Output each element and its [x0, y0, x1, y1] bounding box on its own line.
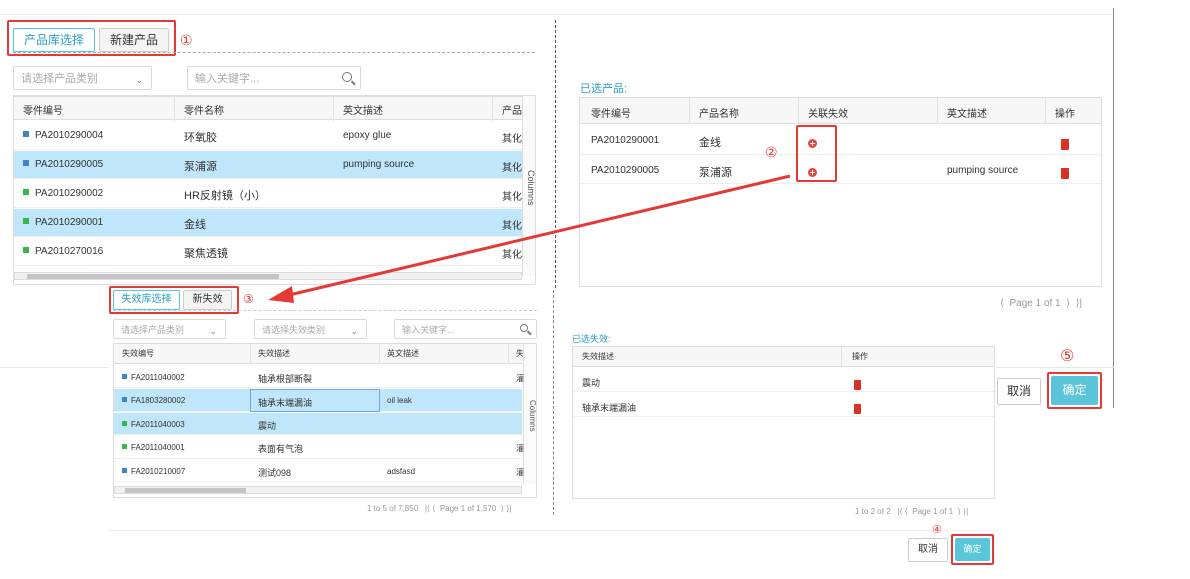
- arrow-head: [268, 286, 294, 303]
- flow-arrow: [268, 174, 791, 303]
- arrow-line: [284, 174, 791, 298]
